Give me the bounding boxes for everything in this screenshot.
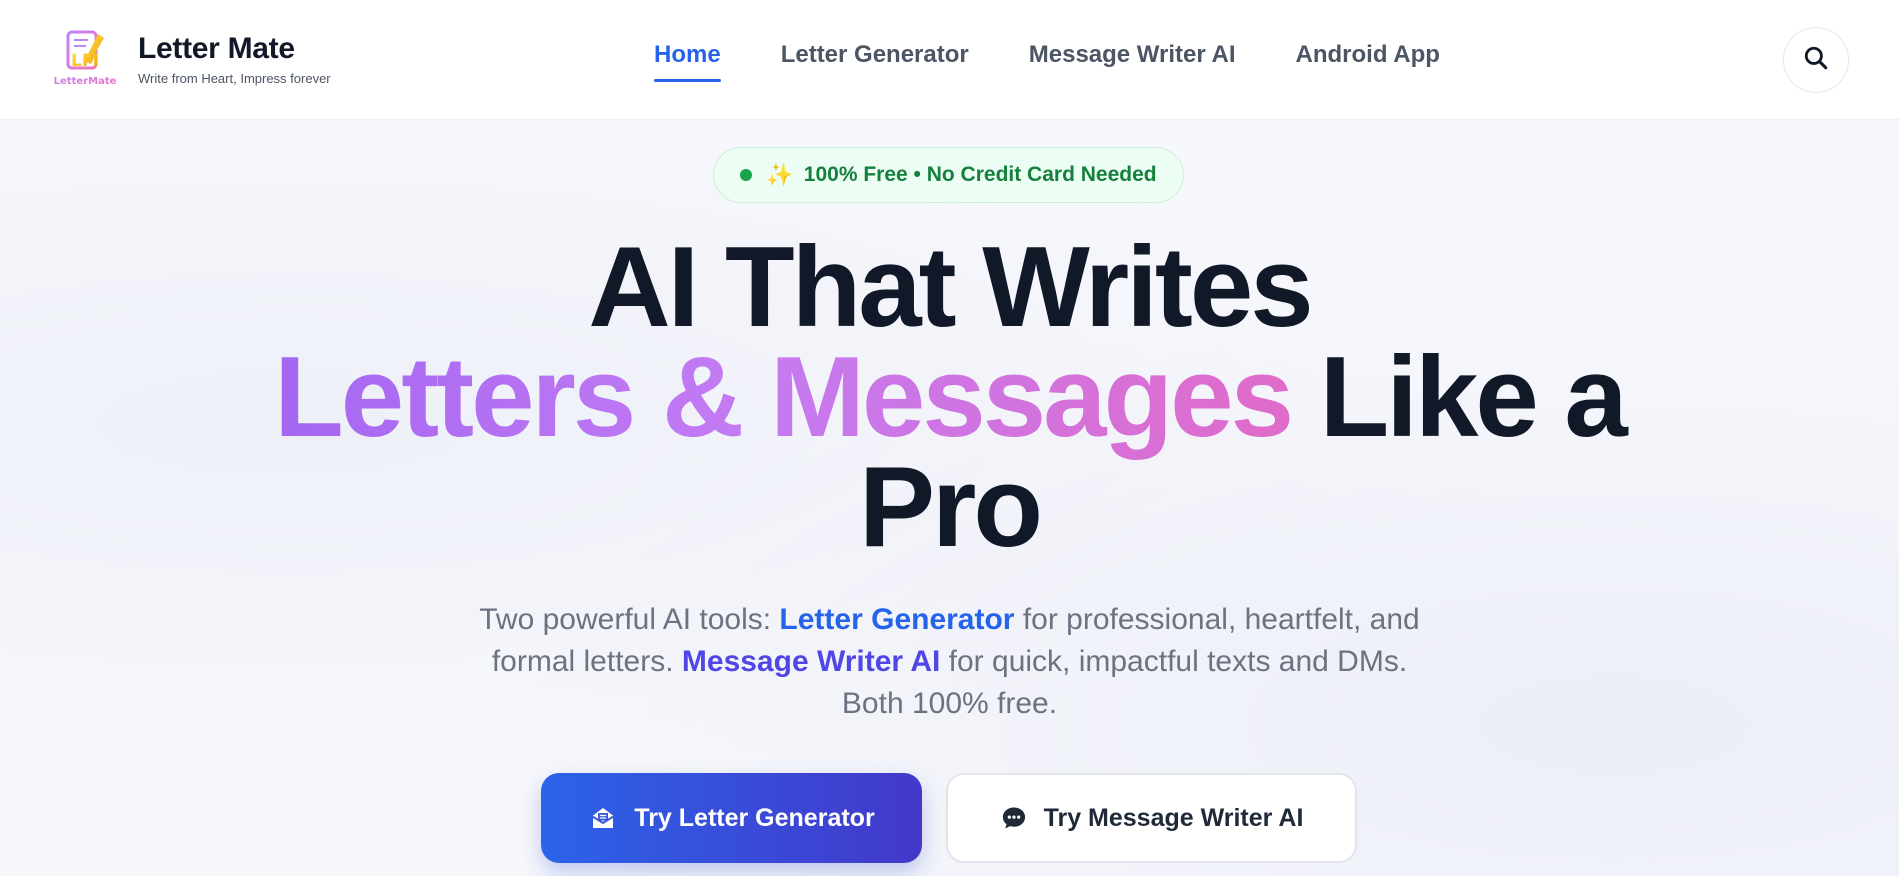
sparkle-icon: ✨ <box>766 162 794 187</box>
description-text: Both 100% free. <box>841 687 1058 720</box>
site-header: LM LetterMate Letter Mate Write from Hea… <box>0 0 1899 120</box>
letter-generator-highlight: Letter Generator <box>779 603 1015 636</box>
description-text: formal letters. <box>491 645 682 678</box>
nav-item-android-app[interactable]: Android App <box>1296 40 1440 70</box>
brand[interactable]: LM LetterMate Letter Mate Write from Hea… <box>54 28 331 90</box>
search-button[interactable] <box>1783 27 1849 93</box>
secondary-button-label: Try Message Writer AI <box>1043 803 1304 832</box>
main-nav: Home Letter Generator Message Writer AI … <box>654 40 1500 82</box>
description-text: for quick, impactful texts and DMs. <box>940 645 1408 678</box>
nav-item-home[interactable]: Home <box>654 40 721 82</box>
nav-item-letter-generator[interactable]: Letter Generator <box>781 40 969 70</box>
headline-line3: Pro <box>858 444 1043 571</box>
svg-text:LetterMate: LetterMate <box>54 76 116 87</box>
badge-text: 100% Free • No Credit Card Needed <box>803 163 1157 186</box>
description-text: for professional, heartfelt, and <box>1014 603 1420 636</box>
primary-button-label: Try Letter Generator <box>634 803 875 832</box>
headline-gradient-text: Letters & Messages <box>274 334 1294 461</box>
free-badge: ✨ 100% Free • No Credit Card Needed <box>713 147 1184 203</box>
search-icon <box>1803 45 1829 76</box>
hero-section: ✨ 100% Free • No Credit Card Needed AI T… <box>0 121 1899 876</box>
headline-line2-rest: Like a <box>1290 334 1628 461</box>
envelope-icon <box>588 803 618 833</box>
message-writer-highlight: Message Writer AI <box>681 645 941 678</box>
brand-tagline: Write from Heart, Impress forever <box>138 70 331 86</box>
hero-headline: AI That Writes Letters & Messages Like a… <box>0 231 1899 565</box>
status-dot <box>740 169 753 181</box>
description-text: Two powerful AI tools: <box>479 603 780 636</box>
hero-description: Two powerful AI tools: Letter Generator … <box>0 599 1899 725</box>
try-letter-generator-button[interactable]: Try Letter Generator <box>541 773 922 863</box>
try-message-writer-button[interactable]: Try Message Writer AI <box>946 773 1357 863</box>
chat-bubble-icon <box>1000 804 1028 832</box>
letter-mate-logo[interactable]: LM LetterMate <box>54 28 117 90</box>
nav-item-message-writer-ai[interactable]: Message Writer AI <box>1029 40 1236 70</box>
brand-name[interactable]: Letter Mate <box>138 32 331 66</box>
headline-line1: AI That Writes <box>588 224 1313 351</box>
